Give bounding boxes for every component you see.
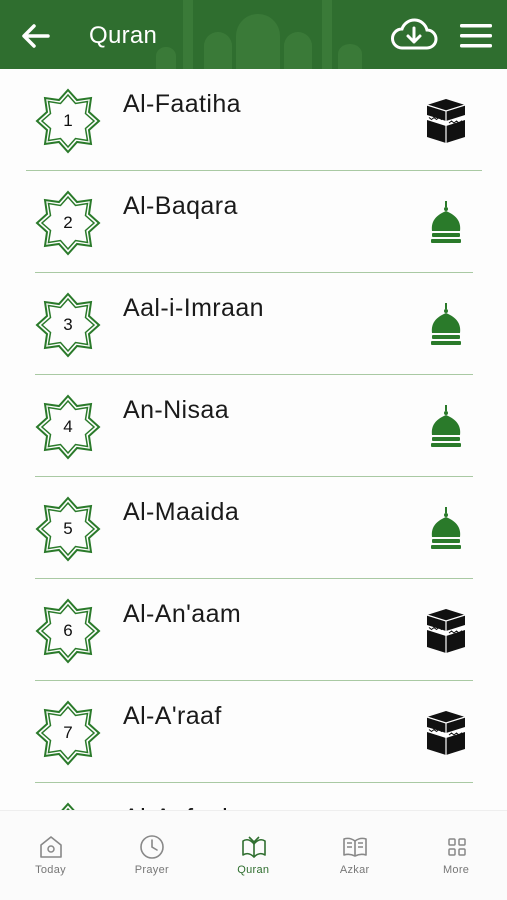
bottom-tab-bar: Today Prayer Quran Azkar More	[0, 810, 507, 900]
surah-name: Al-Maaida	[123, 498, 240, 526]
surah-name: Al-Faatiha	[123, 90, 241, 118]
clock-icon	[140, 835, 165, 859]
surah-number: 5	[63, 519, 73, 538]
surah-row[interactable]: 6 Al-An'aam	[0, 579, 507, 681]
surah-number: 6	[63, 621, 73, 640]
surah-row[interactable]: 8Al-Anfaal	[0, 783, 507, 810]
open-book-icon	[343, 837, 367, 857]
tab-label: Prayer	[134, 864, 169, 876]
tab-azkar[interactable]: Azkar	[304, 811, 405, 900]
kaaba-icon	[426, 99, 466, 143]
mosque-dome-icon	[431, 201, 461, 243]
surah-number: 1	[63, 111, 73, 130]
surah-row[interactable]: 4 An-Nisaa	[0, 375, 507, 477]
back-arrow-icon[interactable]	[18, 18, 54, 54]
surah-name: Al-An'aam	[123, 600, 242, 628]
hamburger-menu-icon[interactable]	[458, 20, 494, 52]
surah-row[interactable]: 1 Al-Faatiha	[0, 69, 507, 171]
app-header: Quran	[0, 0, 507, 69]
mosque-dome-icon	[431, 405, 461, 447]
surah-name: Al-Baqara	[123, 192, 238, 220]
tab-label: Quran	[237, 864, 270, 876]
page-title: Quran	[89, 22, 158, 49]
grid-icon	[447, 838, 466, 856]
tab-more[interactable]: More	[406, 811, 507, 900]
surah-name: An-Nisaa	[123, 396, 230, 424]
surah-row[interactable]: 5 Al-Maaida	[0, 477, 507, 579]
quran-book-icon	[241, 836, 266, 858]
surah-list[interactable]: 1 Al-Faatiha 2 Al-Baqara 3 Aal-i-Imraan 4 An-Ni…	[0, 69, 507, 810]
surah-name: Aal-i-Imraan	[123, 294, 264, 322]
cloud-download-icon[interactable]	[390, 16, 438, 54]
mosque-dome-icon	[431, 507, 461, 549]
house-icon	[40, 836, 62, 858]
tab-label: Azkar	[339, 864, 370, 876]
kaaba-icon	[426, 711, 466, 755]
surah-row[interactable]: 3 Aal-i-Imraan	[0, 273, 507, 375]
tab-prayer[interactable]: Prayer	[101, 811, 202, 900]
surah-row[interactable]: 7 Al-A'raaf	[0, 681, 507, 783]
surah-number: 7	[63, 723, 73, 742]
surah-number: 3	[63, 315, 73, 334]
tab-quran[interactable]: Quran	[203, 811, 304, 900]
surah-name: Al-A'raaf	[123, 702, 222, 730]
tab-label: Today	[35, 864, 66, 876]
mosque-dome-icon	[431, 303, 461, 345]
surah-number: 8	[34, 801, 102, 810]
tab-today[interactable]: Today	[0, 811, 101, 900]
tab-label: More	[442, 864, 470, 876]
surah-row[interactable]: 2 Al-Baqara	[0, 171, 507, 273]
surah-number: 4	[63, 417, 73, 436]
surah-number: 2	[63, 213, 73, 232]
kaaba-icon	[426, 609, 466, 653]
